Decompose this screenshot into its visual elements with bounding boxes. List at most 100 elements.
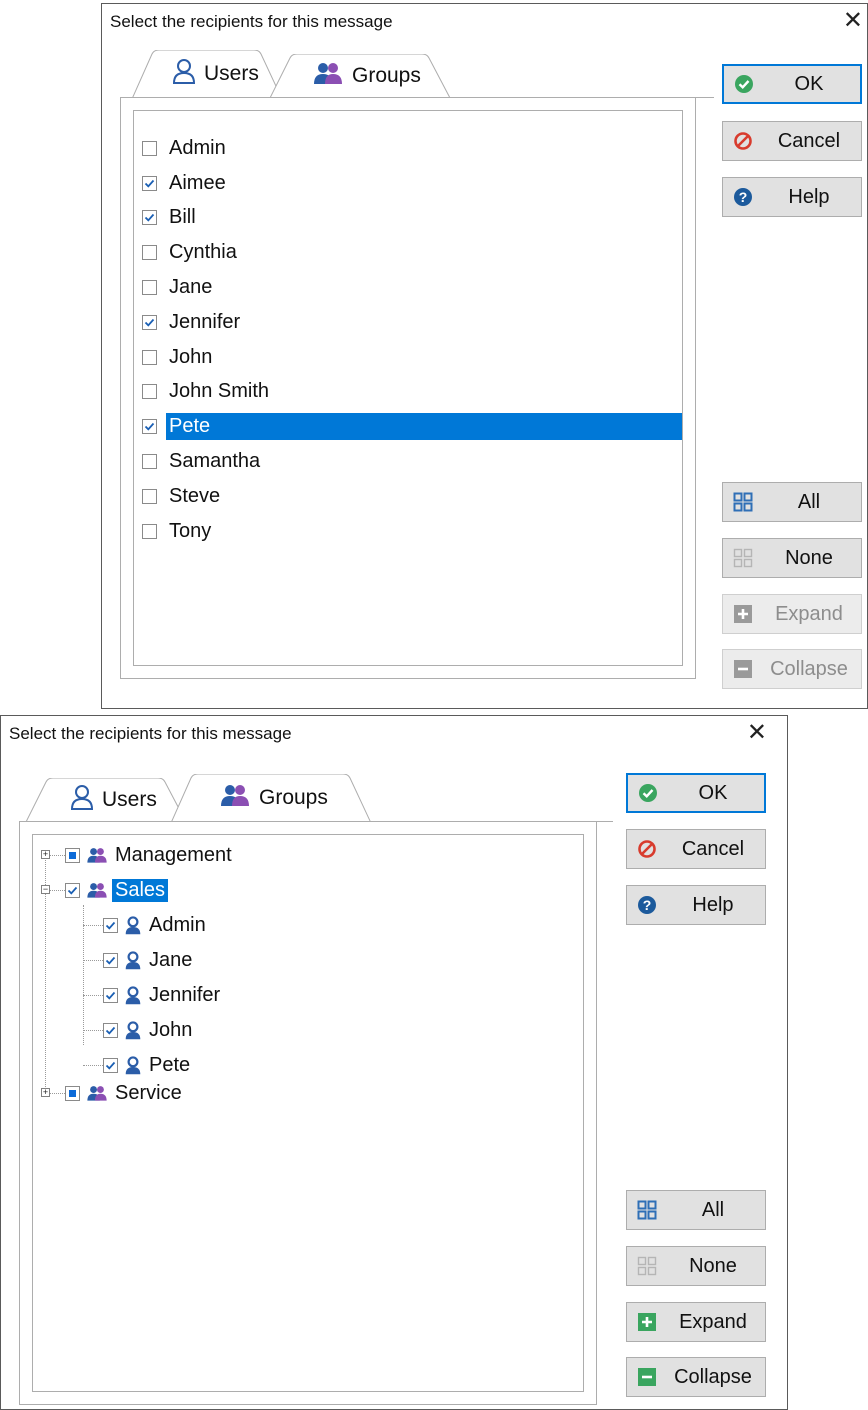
expand-toggle-icon[interactable]: + [41,850,50,859]
checkbox[interactable] [142,454,157,470]
group-icon [86,1084,108,1102]
collapse-toggle-icon[interactable]: − [41,885,50,894]
none-label: None [785,546,833,569]
tree-node-group[interactable]: Sales [65,875,169,905]
grid-empty-icon [733,548,753,568]
checkbox[interactable] [142,419,157,435]
user-name: Admin [169,136,226,159]
list-item-selected[interactable]: Pete [142,409,682,444]
help-circle-icon: ? [733,187,753,207]
checkbox[interactable] [103,1057,118,1073]
check-mark-icon [105,1061,116,1070]
tree-connector [83,1065,103,1066]
member-name: Admin [149,913,206,936]
user-name: Tony [169,519,212,542]
list-item[interactable]: John Smith [142,375,682,410]
tree-node-member[interactable]: John [103,1015,195,1045]
groups-tree-frame: + Management − Sales Admin Jane Jennifer… [32,834,584,1392]
grid-icon [733,492,753,512]
checkbox[interactable] [142,488,157,504]
check-mark-icon [105,1026,116,1035]
checkbox[interactable] [103,952,118,968]
select-all-button[interactable]: All [626,1190,766,1230]
tree-node-member[interactable]: Pete [103,1050,193,1080]
cancel-button[interactable]: Cancel [626,829,766,869]
member-name: John [149,1018,193,1041]
list-item[interactable]: Bill [142,201,682,236]
list-item[interactable]: Jane [142,270,682,305]
expand-button[interactable]: Expand [722,594,862,634]
tree-node-group[interactable]: Management [65,840,235,870]
checkbox[interactable] [142,175,157,191]
checkbox[interactable] [103,987,118,1003]
tab-strip: Users Groups [21,772,613,823]
tab-groups[interactable]: Groups [270,54,450,98]
tab-users[interactable]: Users [132,50,282,99]
list-item[interactable]: Cynthia [142,235,682,270]
expand-label: Expand [775,602,843,625]
close-icon[interactable]: ✕ [843,9,863,33]
checkbox[interactable] [142,210,157,226]
collapse-button[interactable]: Collapse [626,1357,766,1397]
checkbox[interactable] [65,882,80,898]
cancel-button[interactable]: Cancel [722,121,862,161]
checkbox[interactable] [142,349,157,365]
list-item[interactable]: John [142,340,682,375]
collapse-icon [733,659,753,679]
list-item[interactable]: Admin [142,131,682,166]
checkbox[interactable] [142,384,157,400]
select-none-button[interactable]: None [722,538,862,578]
checkbox[interactable] [142,140,157,156]
checkbox-partial[interactable] [65,847,80,863]
select-none-button[interactable]: None [626,1246,766,1286]
tree-connector [50,1093,65,1094]
checkbox[interactable] [142,245,157,261]
tab-users-label: Users [204,62,259,85]
tree-connector [83,925,103,926]
check-mark-icon [67,886,78,895]
tab-groups[interactable]: Groups [171,774,371,823]
list-item[interactable]: Steve [142,479,682,514]
checkbox[interactable] [142,314,157,330]
close-icon[interactable]: ✕ [747,721,767,745]
tree-node-member[interactable]: Jennifer [103,980,223,1010]
list-item[interactable]: Jennifer [142,305,682,340]
group-icon [312,61,344,91]
partial-mark-icon [69,1089,76,1097]
list-item[interactable]: Samantha [142,444,682,479]
select-all-button[interactable]: All [722,482,862,522]
checkbox[interactable] [142,523,157,539]
check-circle-icon [638,783,658,803]
list-item[interactable]: Tony [142,514,682,549]
help-button[interactable]: ? Help [626,885,766,925]
list-item[interactable]: Aimee [142,166,682,201]
group-name: Service [115,1081,182,1104]
checkbox[interactable] [103,1022,118,1038]
expand-toggle-icon[interactable]: + [41,1088,50,1097]
user-name: Samantha [169,450,261,473]
tab-users[interactable]: Users [26,778,186,822]
user-name: Pete [166,413,682,441]
group-name: Sales [112,878,169,902]
ok-button[interactable]: OK [722,64,862,104]
user-name: Bill [169,206,196,229]
collapse-button[interactable]: Collapse [722,649,862,689]
checkbox[interactable] [142,280,157,296]
tree-node-member[interactable]: Admin [103,910,209,940]
checkbox[interactable] [103,917,118,933]
checkbox-partial[interactable] [65,1085,80,1101]
tree-connector [50,855,65,856]
tree-connector [83,960,103,961]
user-name: John Smith [169,380,270,403]
ok-label: OK [794,72,824,95]
tree-node-member[interactable]: Jane [103,945,195,975]
group-name: Management [115,843,232,866]
svg-text:?: ? [739,189,748,205]
dialog-title: Select the recipients for this message [9,724,292,743]
help-button[interactable]: ? Help [722,177,862,217]
ok-button[interactable]: OK [626,773,766,813]
recipients-dialog-users: Select the recipients for this message ✕… [101,3,868,709]
expand-button[interactable]: Expand [626,1302,766,1342]
tree-node-group[interactable]: Service [65,1078,185,1108]
all-label: All [797,490,821,513]
